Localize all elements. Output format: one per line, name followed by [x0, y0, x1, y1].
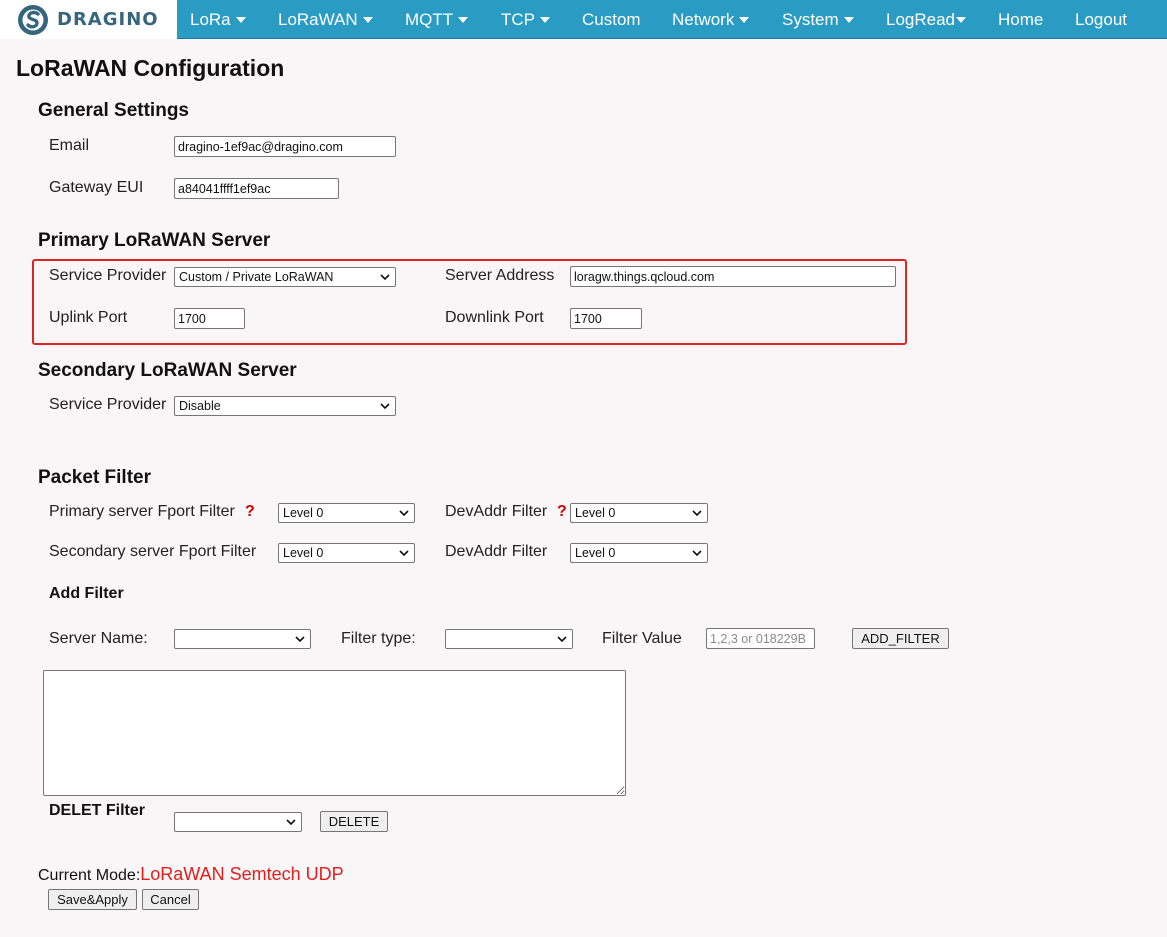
current-mode: Current Mode:LoRaWAN Semtech UDP	[38, 864, 344, 885]
chevron-down-icon	[956, 17, 967, 23]
top-nav-bar: DRAGINO LoRa LoRaWAN MQTT TCP Custom Net…	[0, 0, 1167, 39]
filter-type-label: Filter type:	[341, 630, 416, 647]
secondary-service-provider-select[interactable]: Disable	[174, 396, 396, 416]
secondary-devaddr-filter-select[interactable]: Level 0	[570, 543, 708, 563]
chevron-down-icon	[540, 17, 550, 23]
secondary-fport-filter-select[interactable]: Level 0	[278, 543, 415, 563]
secondary-server-heading: Secondary LoRaWAN Server	[38, 360, 297, 381]
chevron-down-icon	[843, 17, 854, 23]
chevron-down-icon	[692, 510, 702, 517]
chevron-down-icon	[380, 274, 390, 281]
brand-name: DRAGINO	[57, 9, 159, 30]
chevron-down-icon	[286, 819, 296, 826]
save-apply-button[interactable]: Save&Apply	[48, 889, 137, 910]
secondary-devaddr-filter-label: DevAddr Filter	[445, 543, 548, 560]
server-name-select[interactable]	[174, 629, 311, 649]
nav-custom[interactable]: Custom	[582, 0, 641, 39]
primary-devaddr-filter-select[interactable]: Level 0	[570, 503, 708, 523]
general-settings-heading: General Settings	[38, 100, 189, 121]
packet-filter-heading: Packet Filter	[38, 467, 151, 488]
filter-list-textarea[interactable]	[43, 670, 626, 796]
chevron-down-icon	[295, 636, 305, 643]
gateway-eui-field[interactable]	[174, 178, 339, 199]
email-field[interactable]	[174, 136, 396, 157]
filter-type-select[interactable]	[445, 629, 573, 649]
email-label: Email	[49, 137, 90, 154]
chevron-down-icon	[235, 17, 246, 23]
primary-fport-filter-select[interactable]: Level 0	[278, 503, 415, 523]
delete-filter-label: DELET Filter	[49, 802, 146, 819]
nav-network[interactable]: Network	[672, 0, 750, 39]
current-mode-label: Current Mode:	[38, 867, 141, 884]
server-address-field[interactable]	[570, 266, 896, 287]
nav-system[interactable]: System	[782, 0, 854, 39]
delete-button[interactable]: DELETE	[320, 811, 388, 832]
secondary-service-provider-label: Service Provider	[49, 396, 167, 413]
nav-mqtt[interactable]: MQTT	[405, 0, 469, 39]
cancel-button[interactable]: Cancel	[142, 889, 199, 910]
chevron-down-icon	[399, 510, 409, 517]
primary-service-provider-label: Service Provider	[49, 267, 167, 284]
filter-value-field[interactable]	[706, 628, 815, 649]
server-name-label: Server Name:	[49, 630, 148, 647]
nav-home[interactable]: Home	[998, 0, 1043, 39]
chevron-down-icon	[557, 636, 567, 643]
help-icon[interactable]: ?	[245, 503, 255, 521]
dragino-logo-icon	[18, 5, 48, 35]
chevron-down-icon	[692, 550, 702, 557]
chevron-down-icon	[362, 17, 373, 23]
add-filter-button[interactable]: ADD_FILTER	[852, 628, 949, 649]
nav-logread[interactable]: LogRead	[886, 0, 967, 39]
chevron-down-icon	[458, 17, 469, 23]
downlink-port-label: Downlink Port	[445, 309, 544, 326]
current-mode-value: LoRaWAN Semtech UDP	[140, 864, 344, 884]
uplink-port-label: Uplink Port	[49, 309, 128, 326]
nav-logout[interactable]: Logout	[1075, 0, 1127, 39]
uplink-port-field[interactable]	[174, 308, 245, 329]
help-icon[interactable]: ?	[557, 503, 567, 521]
page-title: LoRaWAN Configuration	[16, 55, 285, 81]
downlink-port-field[interactable]	[570, 308, 642, 329]
nav-lora[interactable]: LoRa	[190, 0, 246, 39]
secondary-fport-filter-label: Secondary server Fport Filter	[49, 543, 257, 560]
nav-tcp[interactable]: TCP	[501, 0, 550, 39]
primary-server-heading: Primary LoRaWAN Server	[38, 230, 271, 251]
primary-fport-filter-label: Primary server Fport Filter	[49, 503, 235, 520]
chevron-down-icon	[380, 403, 390, 410]
add-filter-heading: Add Filter	[49, 585, 124, 602]
primary-service-provider-select[interactable]: Custom / Private LoRaWAN	[174, 267, 396, 287]
primary-devaddr-filter-label: DevAddr Filter	[445, 503, 548, 520]
chevron-down-icon	[739, 17, 750, 23]
chevron-down-icon	[399, 550, 409, 557]
nav-lorawan[interactable]: LoRaWAN	[278, 0, 373, 39]
delete-filter-select[interactable]	[174, 812, 302, 832]
filter-value-label: Filter Value	[602, 630, 682, 647]
gateway-eui-label: Gateway EUI	[49, 179, 144, 196]
brand[interactable]: DRAGINO	[0, 0, 177, 39]
server-address-label: Server Address	[445, 267, 555, 284]
